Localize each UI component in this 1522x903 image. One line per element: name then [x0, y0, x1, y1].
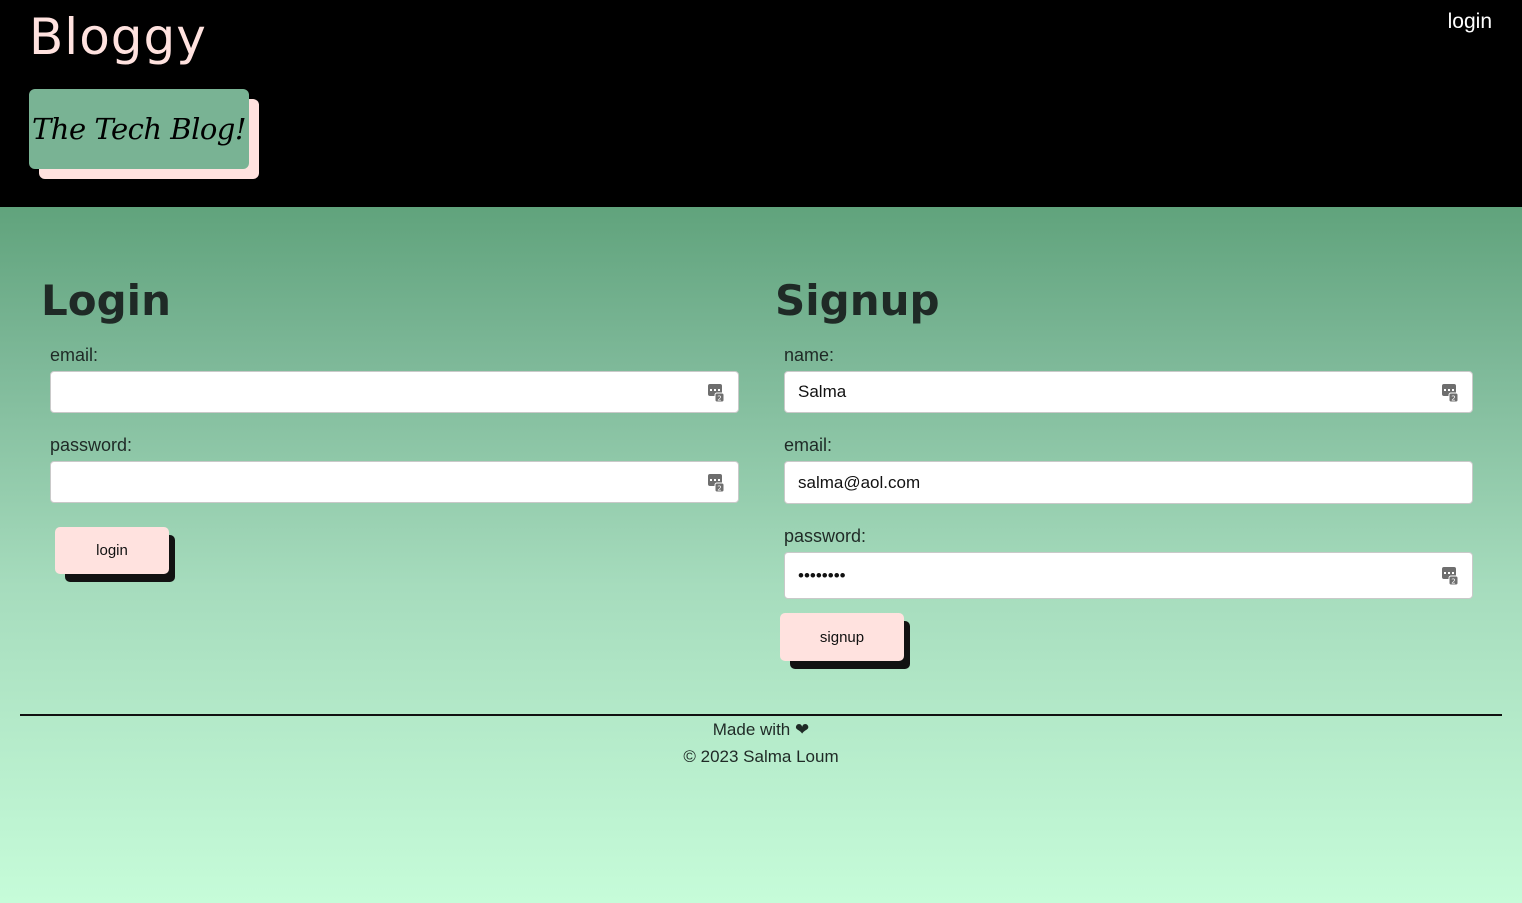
signup-button[interactable]: signup — [780, 613, 904, 661]
login-email-input[interactable]: 2 — [50, 371, 739, 413]
signup-name-label: name: — [784, 345, 835, 365]
tagline-card: The Tech Blog! — [29, 89, 259, 179]
signup-heading: Signup — [775, 276, 940, 325]
login-password-label: password: — [50, 435, 133, 455]
signup-email-input[interactable]: salma@aol.com — [784, 461, 1473, 504]
signup-password-input[interactable]: •••••••• 2 — [784, 552, 1473, 599]
tagline-text: The Tech Blog! — [29, 89, 249, 169]
password-manager-key-icon[interactable]: 2 — [708, 474, 724, 492]
signup-email-label: email: — [784, 435, 833, 455]
svg-text:2: 2 — [1451, 395, 1455, 403]
login-button-wrap: login — [55, 527, 175, 583]
footer-divider — [20, 714, 1502, 716]
password-manager-key-icon[interactable]: 2 — [708, 384, 724, 402]
svg-text:2: 2 — [717, 485, 721, 493]
password-manager-key-icon[interactable]: 2 — [1442, 567, 1458, 585]
signup-email-value: salma@aol.com — [798, 472, 921, 492]
signup-password-label: password: — [784, 526, 867, 546]
login-button[interactable]: login — [55, 527, 169, 574]
password-manager-key-icon[interactable]: 2 — [1442, 384, 1458, 402]
login-heading: Login — [41, 276, 171, 325]
brand-title[interactable]: Bloggy — [29, 8, 207, 66]
footer-made-with: Made with ❤ — [712, 720, 810, 739]
signup-name-input[interactable]: Salma 2 — [784, 371, 1473, 413]
signup-password-value: •••••••• — [798, 565, 846, 585]
site-header: Bloggy login The Tech Blog! — [0, 0, 1522, 207]
login-email-label: email: — [50, 345, 99, 365]
footer-copyright: © 2023 Salma Loum — [683, 747, 839, 766]
svg-text:2: 2 — [1451, 578, 1455, 586]
signup-name-value: Salma — [798, 382, 847, 401]
login-password-input[interactable]: 2 — [50, 461, 739, 503]
nav-login-link[interactable]: login — [1448, 10, 1492, 34]
signup-button-wrap: signup — [780, 613, 910, 669]
svg-text:2: 2 — [717, 395, 721, 403]
